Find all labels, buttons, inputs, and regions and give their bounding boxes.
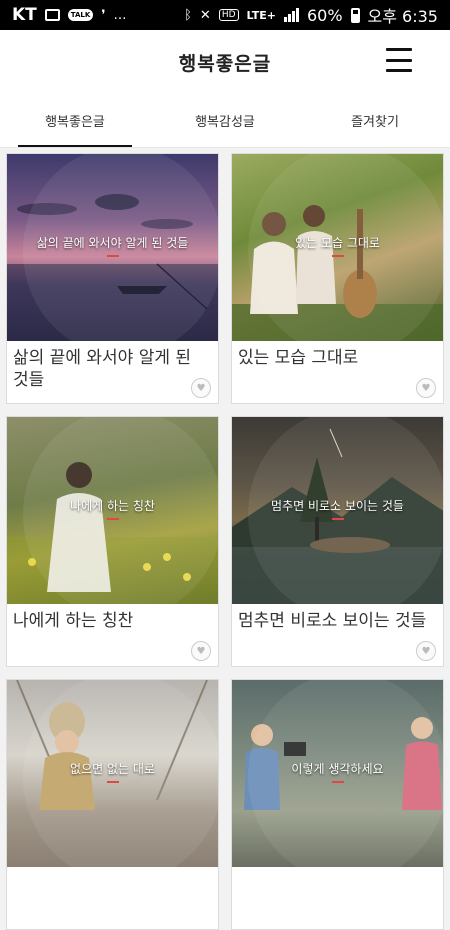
hamburger-menu-icon[interactable]: [386, 48, 412, 72]
carrier-label: KT: [12, 5, 37, 25]
overlay-accent-line: [331, 781, 344, 783]
card-title: 삶의 끝에 와서야 알게 된 것들: [13, 348, 192, 390]
card-grid: 삶의 끝에 와서야 알게 된 것들 삶의 끝에 와서야 알게 된 것들 ♥ 있는…: [6, 153, 444, 930]
card-body: [7, 867, 218, 929]
card-title: 있는 모습 그대로: [238, 348, 359, 368]
card-item[interactable]: 멈추면 비로소 보이는 것들 멈추면 비로소 보이는 것들 ♥: [231, 416, 444, 667]
card-body: 나에게 하는 칭찬 ♥: [7, 604, 218, 666]
heart-icon[interactable]: ♥: [191, 378, 211, 398]
status-bar-left: KT TALK ❜ …: [12, 5, 127, 25]
clock: 오후 6:35: [367, 7, 438, 26]
card-image: 있는 모습 그대로: [232, 154, 443, 341]
tab-favorites[interactable]: 즐겨찾기: [300, 94, 450, 147]
quote-icon: ❜: [101, 7, 106, 23]
network-type-label: LTE+: [246, 8, 276, 22]
overlay-accent-line: [106, 255, 119, 257]
tab-happy-good-words[interactable]: 행복좋은글: [0, 94, 150, 147]
card-overlay-text: 없으면 없는 대로: [70, 762, 155, 776]
overlay-accent-line: [106, 518, 119, 520]
overlay-accent-line: [331, 518, 344, 520]
card-overlay-text: 이렇게 생각하세요: [291, 762, 384, 776]
card-item[interactable]: 있는 모습 그대로 있는 모습 그대로 ♥: [231, 153, 444, 404]
card-item[interactable]: 나에게 하는 칭찬 나에게 하는 칭찬 ♥: [6, 416, 219, 667]
card-body: 멈추면 비로소 보이는 것들 ♥: [232, 604, 443, 666]
more-notifications-icon: …: [113, 7, 127, 23]
card-title: 나에게 하는 칭찬: [13, 611, 134, 631]
status-bar-right: ᛒ ✕ HD LTE+ 60% 오후 6:35: [184, 3, 438, 27]
battery-percent: 60%: [306, 5, 343, 25]
heart-icon[interactable]: ♥: [416, 641, 436, 661]
app-title: 행복좋은글: [178, 52, 272, 75]
card-overlay-text: 나에게 하는 칭찬: [70, 499, 155, 513]
card-image: 삶의 끝에 와서야 알게 된 것들: [7, 154, 218, 341]
overlay-accent-line: [331, 255, 344, 257]
card-overlay-text: 삶의 끝에 와서야 알게 된 것들: [36, 236, 189, 250]
card-body: [232, 867, 443, 929]
tab-happy-emotional-words[interactable]: 행복감성글: [150, 94, 300, 147]
mute-icon: ✕: [199, 7, 211, 23]
card-image: 이렇게 생각하세요: [232, 680, 443, 867]
card-item[interactable]: 이렇게 생각하세요: [231, 679, 444, 930]
card-overlay-text: 있는 모습 그대로: [295, 236, 380, 250]
card-body: 삶의 끝에 와서야 알게 된 것들 ♥: [7, 341, 218, 403]
tab-bar: 행복좋은글 행복감성글 즐겨찾기: [0, 94, 450, 148]
heart-icon[interactable]: ♥: [191, 641, 211, 661]
signal-icon: [283, 8, 299, 22]
card-item[interactable]: 삶의 끝에 와서야 알게 된 것들 삶의 끝에 와서야 알게 된 것들 ♥: [6, 153, 219, 404]
card-image: 없으면 없는 대로: [7, 680, 218, 867]
card-title: 멈추면 비로소 보이는 것들: [238, 611, 427, 631]
status-bar: KT TALK ❜ … ᛒ ✕ HD LTE+ 60% 오후 6:35: [0, 0, 450, 30]
card-overlay-text: 멈추면 비로소 보이는 것들: [271, 499, 404, 513]
card-image: 나에게 하는 칭찬: [7, 417, 218, 604]
card-body: 있는 모습 그대로 ♥: [232, 341, 443, 403]
battery-icon: [350, 7, 360, 23]
card-image: 멈추면 비로소 보이는 것들: [232, 417, 443, 604]
hd-voice-icon: HD: [218, 9, 239, 21]
overlay-accent-line: [106, 781, 119, 783]
heart-icon[interactable]: ♥: [416, 378, 436, 398]
gallery-icon: [44, 9, 60, 21]
kakaotalk-icon: TALK: [67, 9, 94, 21]
app-bar: 행복좋은글: [0, 30, 450, 94]
bluetooth-icon: ᛒ: [184, 7, 192, 23]
card-item[interactable]: 없으면 없는 대로: [6, 679, 219, 930]
